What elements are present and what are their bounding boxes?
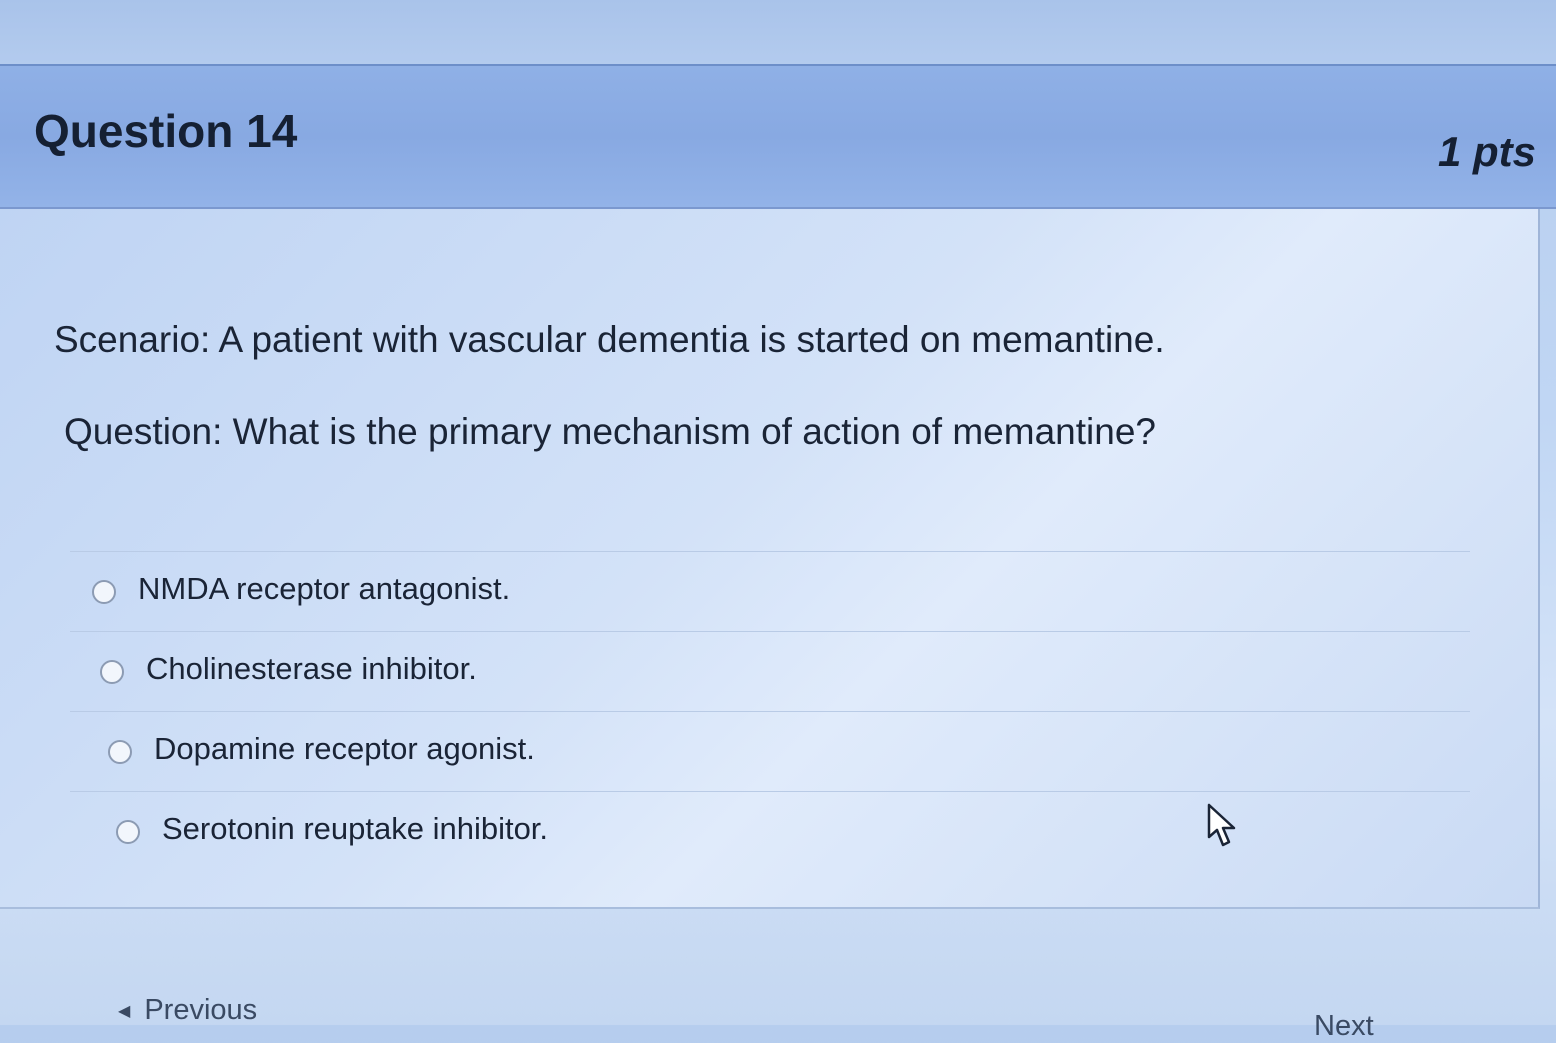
radio-button[interactable] xyxy=(116,820,140,844)
question-body: Scenario: A patient with vascular dement… xyxy=(0,209,1540,909)
triangle-left-icon: ◀ xyxy=(118,1003,131,1021)
question-title: Question 14 xyxy=(34,105,298,157)
mouse-pointer-icon xyxy=(1207,803,1236,847)
answer-label[interactable]: Dopamine receptor agonist. xyxy=(154,731,535,767)
answer-option-serotonin[interactable]: Serotonin reuptake inhibitor. xyxy=(70,791,1470,871)
answer-label[interactable]: Serotonin reuptake inhibitor. xyxy=(162,811,548,847)
radio-button[interactable] xyxy=(100,660,124,684)
previous-button[interactable]: ◀ Previous xyxy=(118,994,257,1027)
answer-label[interactable]: Cholinesterase inhibitor. xyxy=(146,651,477,687)
next-label[interactable]: Next xyxy=(1314,1010,1374,1042)
answer-list: NMDA receptor antagonist. Cholinesterase… xyxy=(70,551,1470,871)
answer-option-dopamine[interactable]: Dopamine receptor agonist. xyxy=(70,711,1470,791)
radio-button[interactable] xyxy=(108,740,132,764)
question-prompt: Question: What is the primary mechanism … xyxy=(64,411,1156,452)
question-card: Question 14 1 pts Scenario: A patient wi… xyxy=(0,64,1556,924)
next-button[interactable]: Next xyxy=(1314,1010,1374,1043)
page-top-band xyxy=(0,0,1556,64)
radio-button[interactable] xyxy=(92,580,116,604)
answer-label[interactable]: NMDA receptor antagonist. xyxy=(138,571,510,607)
question-points: 1 pts xyxy=(1437,128,1536,175)
answer-option-nmda[interactable]: NMDA receptor antagonist. xyxy=(70,551,1470,631)
quiz-navigation: ◀ Previous Next xyxy=(0,960,1556,1042)
question-header: Question 14 1 pts xyxy=(0,64,1556,209)
previous-label[interactable]: Previous xyxy=(144,994,257,1026)
scenario-text: Scenario: A patient with vascular dement… xyxy=(54,319,1165,360)
answer-option-cholinesterase[interactable]: Cholinesterase inhibitor. xyxy=(70,631,1470,711)
